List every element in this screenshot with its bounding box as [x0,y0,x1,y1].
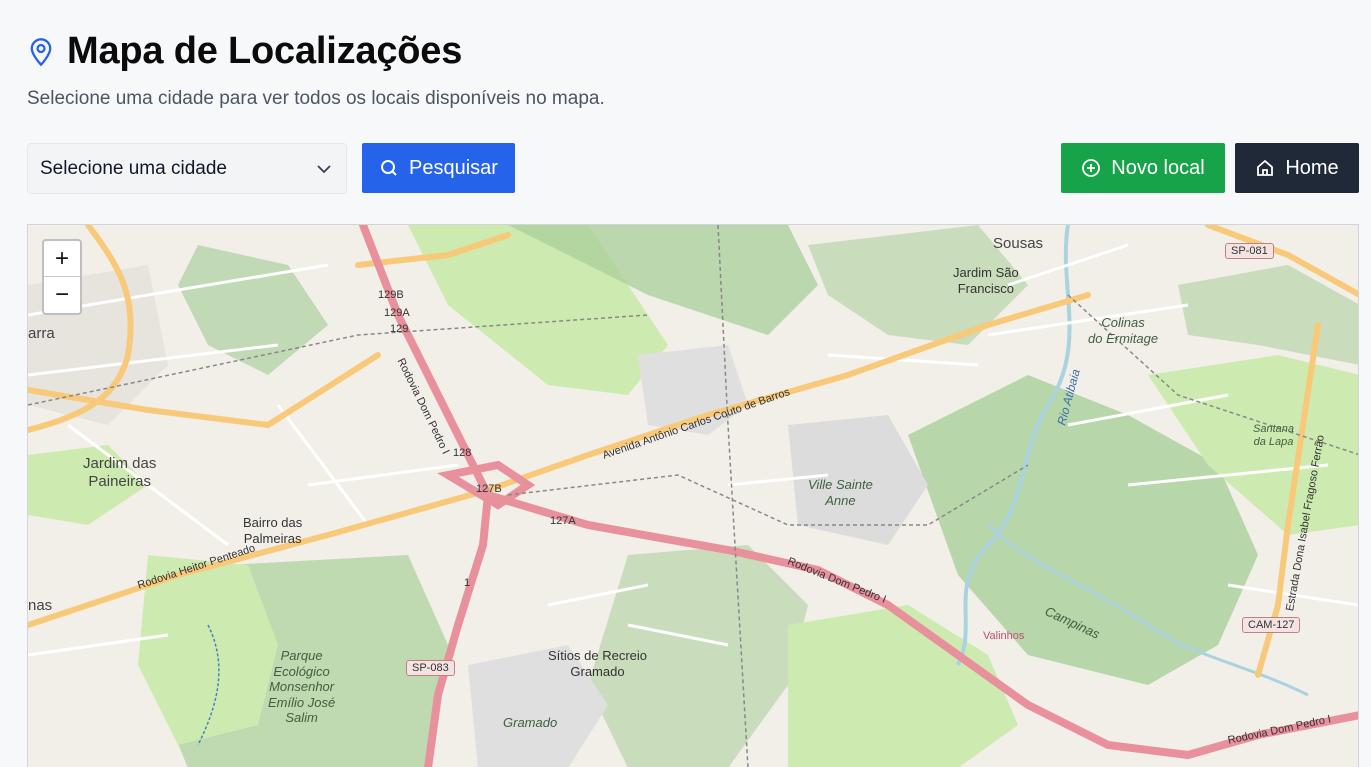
map-label-nas: nas [28,597,53,614]
map-label-arra: arra [28,325,55,342]
exit-127a: 127A [550,515,576,527]
map-label-valinhos: Valinhos [983,630,1025,642]
map-label-jardim-sao-francisco: Jardim São Francisco [953,265,1019,296]
exit-127b: 127B [476,483,502,495]
home-button[interactable]: Home [1235,143,1359,193]
map-label-colinas: Colinas do Ermitage [1088,315,1159,346]
map-label-sitios: Sítios de Recreio Gramado [548,648,647,679]
page-title: Mapa de Localizações [67,30,463,72]
new-location-label: Novo local [1111,156,1205,179]
exit-129a: 129A [384,307,410,319]
page-header: Mapa de Localizações [27,30,462,73]
page-subtitle: Selecione uma cidade para ver todos os l… [27,88,605,109]
map-label-parque: Parque Ecológico Monsenhor Emílio José S… [268,648,336,726]
zoom-control: + − [42,239,82,315]
zoom-out-button[interactable]: − [44,277,80,313]
map-label-ville-sainte-anne: Ville Sainte Anne [808,477,873,508]
shield-sp083: SP-083 [406,660,455,676]
exit-128: 128 [453,447,472,459]
map-view[interactable]: + − Sousas Jardim São Francisco Colinas … [27,224,1359,767]
city-select-value: Selecione uma cidade [40,157,227,179]
map-label-santana: Santana da Lapa [1253,423,1294,449]
zoom-in-button[interactable]: + [44,241,80,277]
map-tiles [28,225,1358,767]
chevron-down-icon [317,164,331,173]
shield-cam127: CAM-127 [1242,617,1301,633]
exit-129b: 129B [378,289,404,301]
map-label-jardim-paineiras: Jardim das Paineiras [83,455,157,490]
home-icon [1257,159,1274,176]
shield-sp081: SP-081 [1225,243,1274,259]
exit-1: 1 [464,577,471,589]
map-label-sousas: Sousas [993,235,1044,252]
plus-circle-icon [1082,159,1101,177]
exit-129: 129 [390,323,409,335]
search-button-label: Pesquisar [409,156,498,179]
map-label-gramado: Gramado [503,715,558,730]
map-pin-icon [27,37,55,67]
city-select[interactable]: Selecione uma cidade [27,143,347,194]
home-button-label: Home [1285,156,1339,179]
search-button[interactable]: Pesquisar [362,143,515,193]
new-location-button[interactable]: Novo local [1061,143,1225,193]
search-icon [381,160,397,176]
